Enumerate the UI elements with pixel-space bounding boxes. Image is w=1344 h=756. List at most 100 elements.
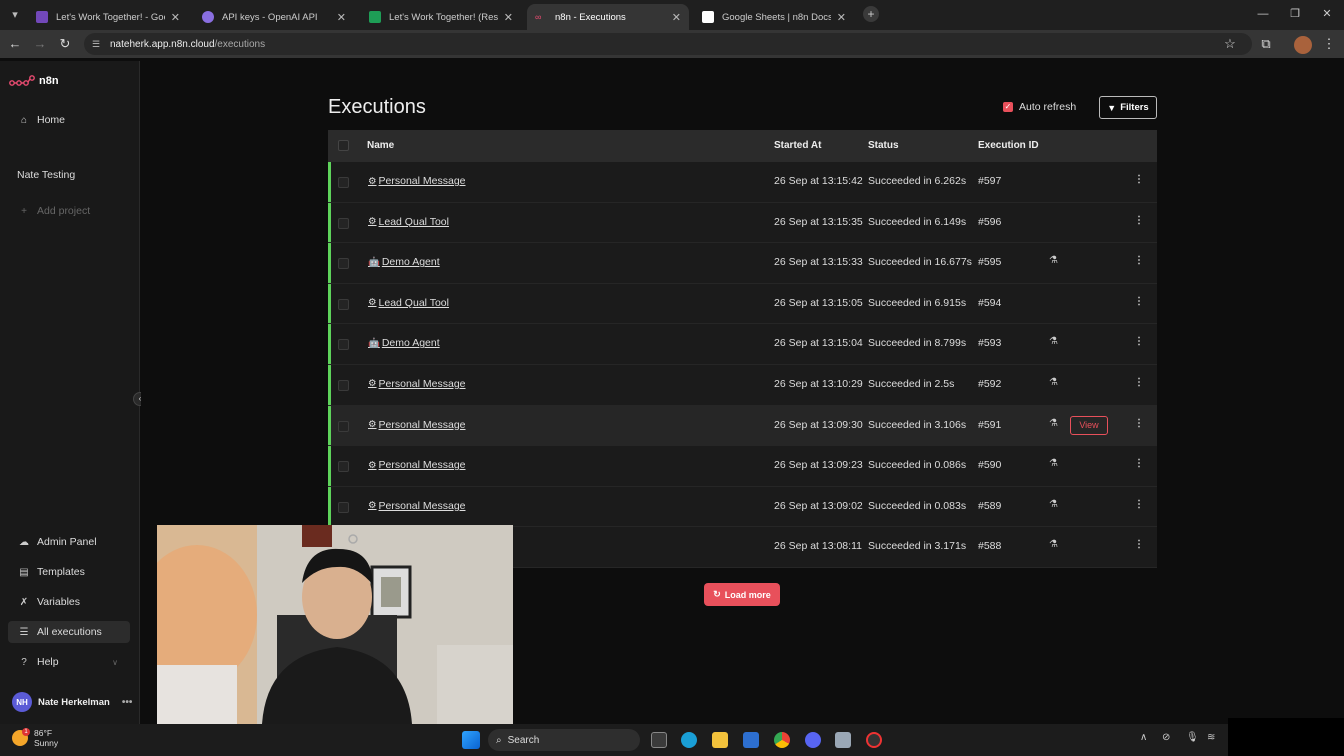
minimize-icon[interactable]: —: [1255, 6, 1271, 22]
network-off-icon[interactable]: ⊘: [1162, 732, 1170, 743]
discord-icon[interactable]: [805, 732, 821, 748]
row-menu-icon[interactable]: ⋮: [1134, 539, 1144, 550]
column-header-name[interactable]: Name: [367, 140, 394, 151]
row-checkbox[interactable]: [338, 298, 349, 310]
sidebar-item-variables[interactable]: ✗ Variables: [8, 591, 130, 613]
extensions-icon[interactable]: ⧉: [1258, 36, 1274, 52]
table-row[interactable]: ⚙ Personal Message 26 Sep at 13:09:30 Succe…: [328, 405, 1157, 447]
sidebar-item-all-executions[interactable]: ☰ All executions: [8, 621, 130, 643]
reload-icon[interactable]: ↻: [57, 36, 73, 52]
close-icon[interactable]: ✕: [837, 11, 846, 24]
view-button[interactable]: View: [1070, 415, 1108, 435]
more-icon[interactable]: •••: [122, 697, 133, 708]
sidebar-project-nate-testing[interactable]: Nate Testing: [8, 164, 130, 186]
row-checkbox[interactable]: [338, 420, 349, 432]
row-menu-icon[interactable]: ⋮: [1134, 458, 1144, 469]
workflow-name-link[interactable]: 🤖 Demo Agent: [368, 337, 440, 349]
execution-id-cell: #597: [978, 175, 1002, 187]
tray-chevron-icon[interactable]: ∧: [1140, 732, 1147, 743]
chrome-icon[interactable]: [774, 732, 790, 748]
table-row[interactable]: 🤖 Demo Agent 26 Sep at 13:15:04 Succeeded i…: [328, 324, 1157, 365]
row-menu-icon[interactable]: ⋮: [1134, 215, 1144, 226]
url-field[interactable]: ☰ nateherk.app.n8n.cloud/executions: [84, 33, 1252, 55]
select-all-checkbox[interactable]: [338, 140, 349, 151]
row-menu-icon[interactable]: ⋮: [1134, 336, 1144, 347]
add-project-button[interactable]: + Add project: [8, 200, 130, 222]
sidebar-item-templates[interactable]: ▤ Templates: [8, 561, 130, 583]
edge-icon[interactable]: [681, 732, 697, 748]
row-checkbox[interactable]: [338, 258, 349, 270]
task-view-icon[interactable]: [651, 732, 667, 748]
workflow-name-link[interactable]: ⚙ Personal Message: [368, 500, 466, 512]
microphone-icon[interactable]: 🎙: [1186, 732, 1199, 743]
bookmark-star-icon[interactable]: ☆: [1222, 36, 1238, 52]
sidebar-item-admin-panel[interactable]: ☁ Admin Panel: [8, 531, 130, 553]
column-header-started-at[interactable]: Started At: [774, 140, 821, 151]
close-icon[interactable]: ✕: [171, 11, 180, 24]
load-more-button[interactable]: ↻ Load more: [704, 583, 780, 606]
close-icon[interactable]: ✕: [337, 11, 346, 24]
file-explorer-icon[interactable]: [712, 732, 728, 748]
workflow-name-link[interactable]: ⚙ Personal Message: [368, 378, 466, 390]
browser-menu-icon[interactable]: ⋮: [1321, 36, 1337, 52]
column-header-status[interactable]: Status: [868, 140, 899, 151]
row-checkbox[interactable]: [338, 217, 349, 229]
column-header-execution-id[interactable]: Execution ID: [978, 140, 1039, 151]
windows-start-icon[interactable]: [462, 731, 480, 749]
browser-tab-active[interactable]: ∞ n8n - Executions ✕: [527, 4, 689, 30]
table-row[interactable]: ⚙ Personal Message 26 Sep at 13:15:42 Succe…: [328, 162, 1157, 203]
table-row[interactable]: ⚙ Personal Message 26 Sep at 13:10:29 Succe…: [328, 364, 1157, 406]
browser-tab[interactable]: Google Sheets | n8n Docs ✕: [694, 4, 854, 30]
workflow-name-link[interactable]: ⚙ Personal Message: [368, 175, 466, 187]
table-row[interactable]: 🤖 Demo Agent 26 Sep at 13:15:33 Succeeded i…: [328, 243, 1157, 284]
row-checkbox[interactable]: [338, 501, 349, 513]
workflow-name-link[interactable]: ⚙ Personal Message: [368, 419, 466, 431]
row-menu-icon[interactable]: ⋮: [1134, 296, 1144, 307]
sidebar-item-home[interactable]: ⌂ Home: [8, 109, 130, 131]
row-menu-icon[interactable]: ⋮: [1134, 499, 1144, 510]
table-row[interactable]: ⚙ Personal Message 26 Sep at 13:09:23 Succe…: [328, 446, 1157, 487]
sidebar-item-help[interactable]: ? Help ∨: [8, 651, 130, 673]
workflow-name-link[interactable]: ⚙ Lead Qual Tool: [368, 297, 449, 309]
recorder-icon[interactable]: [866, 732, 882, 748]
row-menu-icon[interactable]: ⋮: [1134, 174, 1144, 185]
wifi-icon[interactable]: ≋: [1207, 732, 1215, 743]
table-row[interactable]: ⚙ Personal Message 26 Sep at 13:09:02 Succe…: [328, 486, 1157, 528]
profile-avatar[interactable]: [1294, 36, 1312, 54]
site-settings-icon[interactable]: ☰: [92, 38, 104, 50]
new-tab-button[interactable]: +: [863, 6, 879, 22]
tab-search-icon[interactable]: ▾: [6, 6, 24, 24]
weather-widget[interactable]: 1 86°F Sunny: [12, 728, 58, 748]
browser-tab[interactable]: API keys - OpenAI API ✕: [194, 4, 354, 30]
filters-button[interactable]: ▼ Filters: [1099, 96, 1157, 119]
workflow-name-link[interactable]: ⚙ Personal Message: [368, 459, 466, 471]
row-menu-icon[interactable]: ⋮: [1134, 418, 1144, 429]
back-icon[interactable]: ←: [7, 36, 23, 52]
close-icon[interactable]: ✕: [504, 11, 513, 24]
close-window-icon[interactable]: ✕: [1319, 6, 1335, 22]
forward-icon[interactable]: →: [32, 36, 48, 52]
table-row[interactable]: ⚙ Lead Qual Tool 26 Sep at 13:15:05 Succeed…: [328, 283, 1157, 325]
checkbox-checked-icon[interactable]: ✓: [1003, 102, 1013, 112]
browser-tab[interactable]: Let's Work Together! (Respons ✕: [361, 4, 521, 30]
workflow-name-link[interactable]: ⚙ Lead Qual Tool: [368, 216, 449, 228]
row-menu-icon[interactable]: ⋮: [1134, 377, 1144, 388]
row-checkbox[interactable]: [338, 177, 349, 188]
n8n-logo[interactable]: n8n: [9, 75, 59, 87]
store-icon[interactable]: [743, 732, 759, 748]
close-icon[interactable]: ✕: [672, 11, 681, 24]
row-checkbox[interactable]: [338, 379, 349, 391]
camera-icon[interactable]: [835, 732, 851, 748]
restore-icon[interactable]: ❐: [1287, 6, 1303, 22]
browser-tab[interactable]: Let's Work Together! - Google F ✕: [28, 4, 188, 30]
user-menu[interactable]: NH Nate Herkelman •••: [12, 692, 132, 712]
auto-refresh-toggle[interactable]: ✓ Auto refresh: [1003, 101, 1076, 113]
row-menu-icon[interactable]: ⋮: [1134, 255, 1144, 266]
row-checkbox[interactable]: [338, 339, 349, 351]
filter-icon: ▼: [1107, 102, 1117, 113]
workflow-name-link[interactable]: 🤖 Demo Agent: [368, 256, 440, 268]
row-checkbox[interactable]: [338, 461, 349, 473]
table-row[interactable]: ⚙ Lead Qual Tool 26 Sep at 13:15:35 Succeed…: [328, 202, 1157, 244]
gear-icon: ⚙: [368, 500, 377, 512]
taskbar-search[interactable]: ⌕ Search: [488, 729, 640, 751]
